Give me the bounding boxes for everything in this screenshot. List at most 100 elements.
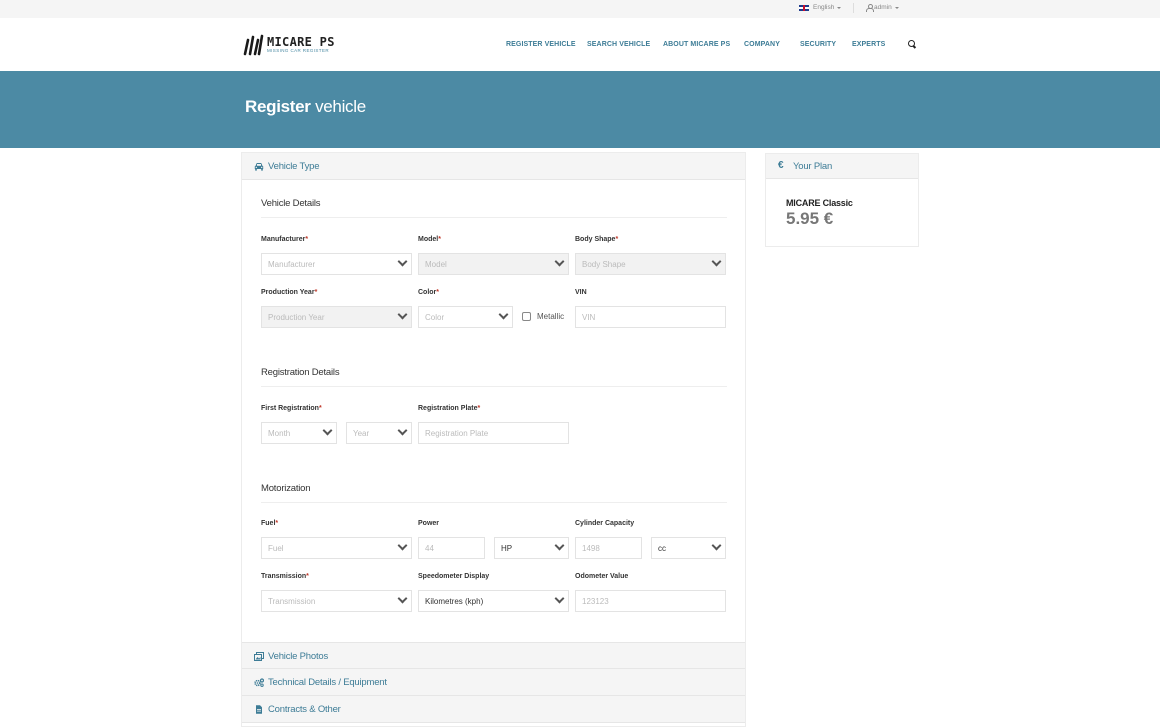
first-registration-label: First Registration* bbox=[261, 405, 322, 412]
logo-name: MICARE PS bbox=[267, 35, 335, 49]
fuel-label: Fuel* bbox=[261, 520, 279, 527]
accordion-technical-details[interactable]: Technical Details / Equipment bbox=[242, 669, 745, 696]
chevron-down-icon bbox=[554, 593, 565, 604]
user-name: admin bbox=[874, 4, 892, 11]
nav-experts[interactable]: EXPERTS bbox=[852, 41, 885, 48]
chevron-down-icon bbox=[554, 540, 565, 551]
vin-input[interactable]: VIN bbox=[575, 306, 726, 328]
fuel-select[interactable]: Fuel bbox=[261, 537, 412, 559]
user-menu[interactable]: admin bbox=[866, 4, 899, 12]
transmission-label: Transmission* bbox=[261, 573, 309, 580]
section-title-registration-details: Registration Details bbox=[261, 367, 340, 378]
fuel-placeholder: Fuel bbox=[268, 544, 284, 553]
power-placeholder: 44 bbox=[425, 544, 434, 553]
chevron-down-icon bbox=[397, 425, 408, 436]
page-title-light: vehicle bbox=[315, 97, 366, 116]
odometer-placeholder: 123123 bbox=[582, 597, 609, 606]
divider bbox=[853, 3, 854, 13]
nav-company[interactable]: COMPANY bbox=[744, 41, 780, 48]
flag-icon bbox=[799, 4, 809, 11]
production-year-select[interactable]: Production Year bbox=[261, 306, 412, 328]
accordion-label: Technical Details / Equipment bbox=[268, 677, 387, 688]
car-icon bbox=[254, 163, 264, 171]
site-header: MICARE PS MISSING CAR REGISTER REGISTER … bbox=[0, 18, 1160, 71]
chevron-down-icon bbox=[397, 540, 408, 551]
plan-header: € Your Plan bbox=[766, 154, 918, 179]
month-select[interactable]: Month bbox=[261, 422, 337, 444]
plan-box: € Your Plan MICARE Classic 5.95 € bbox=[765, 153, 919, 247]
metallic-label: Metallic bbox=[537, 312, 565, 321]
power-input[interactable]: 44 bbox=[418, 537, 485, 559]
accordion-vehicle-type[interactable]: Vehicle Type bbox=[242, 153, 745, 180]
manufacturer-placeholder: Manufacturer bbox=[268, 260, 316, 269]
body-shape-select[interactable]: Body Shape bbox=[575, 253, 726, 275]
model-select[interactable]: Model bbox=[418, 253, 569, 275]
photos-icon bbox=[254, 652, 264, 661]
top-bar: English admin bbox=[0, 0, 1160, 18]
page-title-bold: Register bbox=[245, 97, 311, 116]
chevron-down-icon bbox=[322, 425, 333, 436]
file-icon bbox=[256, 705, 262, 714]
color-placeholder: Color bbox=[425, 313, 445, 322]
nav-security[interactable]: SECURITY bbox=[800, 41, 836, 48]
cylinder-unit-select[interactable]: cc bbox=[651, 537, 726, 559]
chevron-down-icon bbox=[554, 256, 565, 267]
cylinder-capacity-input[interactable]: 1498 bbox=[575, 537, 642, 559]
speedometer-select[interactable]: Kilometres (kph) bbox=[418, 590, 569, 612]
caret-down-icon bbox=[837, 6, 842, 9]
accordion-label: Contracts & Other bbox=[268, 704, 341, 715]
register-form-panel: Vehicle Type Vehicle Details Manufacture… bbox=[241, 152, 746, 727]
language-selector[interactable]: English bbox=[799, 4, 842, 11]
chevron-down-icon bbox=[397, 309, 408, 320]
plan-name: MICARE Classic bbox=[786, 198, 853, 208]
accordion-vehicle-photos[interactable]: Vehicle Photos bbox=[242, 642, 745, 669]
nav-search-vehicle[interactable]: SEARCH VEHICLE bbox=[587, 41, 650, 48]
cylinder-capacity-placeholder: 1498 bbox=[582, 544, 600, 553]
chevron-down-icon bbox=[711, 540, 722, 551]
chevron-down-icon bbox=[711, 256, 722, 267]
page-title: Register vehicle bbox=[245, 97, 366, 117]
page-banner: Register vehicle bbox=[0, 71, 1160, 148]
odometer-label: Odometer Value bbox=[575, 573, 629, 580]
year-select[interactable]: Year bbox=[346, 422, 412, 444]
power-unit-select[interactable]: HP bbox=[494, 537, 569, 559]
model-placeholder: Model bbox=[425, 260, 447, 269]
transmission-select[interactable]: Transmission bbox=[261, 590, 412, 612]
logo[interactable]: MICARE PS MISSING CAR REGISTER bbox=[243, 34, 335, 56]
year-placeholder: Year bbox=[353, 429, 370, 438]
accordion-label: Vehicle Photos bbox=[268, 651, 329, 662]
search-icon[interactable] bbox=[908, 40, 916, 48]
divider bbox=[261, 502, 727, 503]
registration-plate-placeholder: Registration Plate bbox=[425, 429, 489, 438]
power-unit-value: HP bbox=[501, 544, 513, 553]
cylinder-capacity-label: Cylinder Capacity bbox=[575, 520, 635, 527]
chevron-down-icon bbox=[498, 309, 509, 320]
cogs-icon bbox=[254, 678, 264, 687]
model-label: Model* bbox=[418, 236, 441, 243]
chevron-down-icon bbox=[397, 256, 408, 267]
production-year-placeholder: Production Year bbox=[268, 313, 325, 322]
month-placeholder: Month bbox=[268, 429, 291, 438]
transmission-placeholder: Transmission bbox=[268, 597, 316, 606]
accordion-contracts[interactable]: Contracts & Other bbox=[242, 696, 745, 723]
accordion-label: Vehicle Type bbox=[268, 161, 320, 172]
metallic-checkbox[interactable] bbox=[522, 312, 531, 321]
manufacturer-select[interactable]: Manufacturer bbox=[261, 253, 412, 275]
registration-plate-label: Registration Plate* bbox=[418, 405, 481, 412]
divider bbox=[261, 386, 727, 387]
plan-title: Your Plan bbox=[793, 161, 833, 172]
body-shape-label: Body Shape* bbox=[575, 236, 619, 243]
chevron-down-icon bbox=[397, 593, 408, 604]
vin-placeholder: VIN bbox=[582, 313, 596, 322]
nav-about[interactable]: ABOUT MICARE PS bbox=[663, 41, 730, 48]
odometer-input[interactable]: 123123 bbox=[575, 590, 726, 612]
color-select[interactable]: Color bbox=[418, 306, 513, 328]
registration-plate-input[interactable]: Registration Plate bbox=[418, 422, 569, 444]
manufacturer-label: Manufacturer* bbox=[261, 236, 309, 243]
logo-mark-icon bbox=[243, 34, 264, 56]
divider bbox=[261, 217, 727, 218]
caret-down-icon bbox=[894, 6, 899, 9]
nav-register-vehicle[interactable]: REGISTER VEHICLE bbox=[506, 41, 576, 48]
section-title-motorization: Motorization bbox=[261, 483, 311, 494]
language-label: English bbox=[813, 4, 835, 11]
